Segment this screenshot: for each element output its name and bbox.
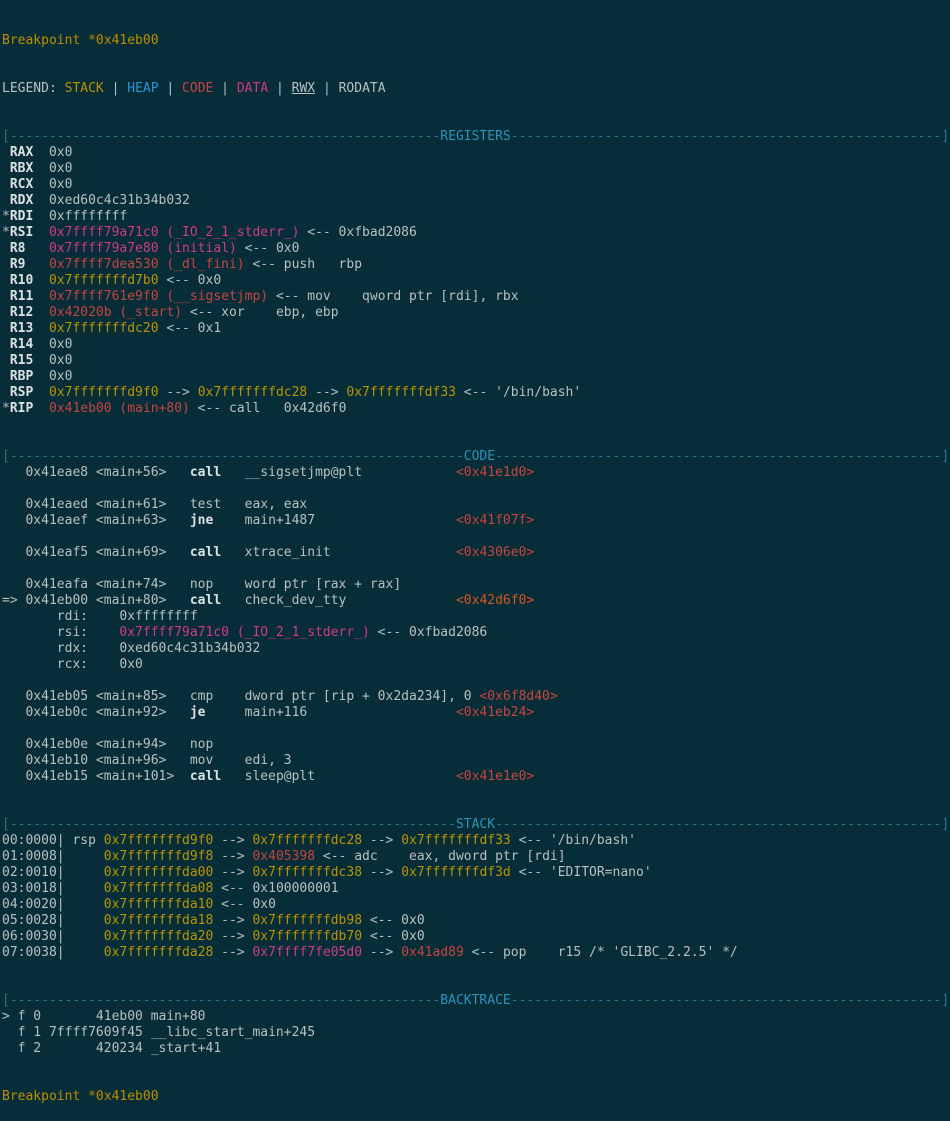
backtrace-section: [---------------------------------------… <box>2 993 950 1057</box>
blank-row <box>2 481 950 497</box>
registers-section: [---------------------------------------… <box>2 129 950 417</box>
section-divider-code: [---------------------------------------… <box>2 449 950 465</box>
code-row-0x41eb0c: 0x41eb0c <main+92> je main+116 <0x41eb24… <box>2 705 950 721</box>
debugger-terminal[interactable]: Breakpoint *0x41eb00 LEGEND: STACK | HEA… <box>0 0 950 878</box>
section-divider-registers: [---------------------------------------… <box>2 129 950 145</box>
register-row-r10: R10 0x7fffffffd7b0 <-- 0x0 <box>2 273 950 289</box>
register-row-rbp: RBP 0x0 <box>2 369 950 385</box>
register-row-rdi: *RDI 0xffffffff <box>2 209 950 225</box>
stack-row-00: 00:0000| rsp 0x7fffffffd9f0 --> 0x7fffff… <box>2 833 950 849</box>
stack-row-03: 03:0018| 0x7fffffffda08 <-- 0x100000001 <box>2 881 950 897</box>
register-row-rax: RAX 0x0 <box>2 145 950 161</box>
code-operand-row-rdi: rdi: 0xffffffff <box>2 609 950 625</box>
register-row-rsp: RSP 0x7fffffffd9f0 --> 0x7fffffffdc28 --… <box>2 385 950 401</box>
stack-row-07: 07:0038| 0x7fffffffda28 --> 0x7ffff7fe05… <box>2 945 950 961</box>
legend-label: LEGEND: <box>2 81 65 96</box>
code-row-0x41eaf5: 0x41eaf5 <main+69> call xtrace_init <0x4… <box>2 545 950 561</box>
breakpoint-status-bottom: Breakpoint *0x41eb00 <box>2 1089 950 1105</box>
breakpoint-status-text: Breakpoint *0x41eb00 <box>2 33 159 48</box>
code-row-current-0x41eb00: => 0x41eb00 <main+80> call check_dev_tty… <box>2 593 950 609</box>
section-divider-stack: [---------------------------------------… <box>2 817 950 833</box>
blank-row <box>2 561 950 577</box>
register-row-r11: R11 0x7ffff761e9f0 (__sigsetjmp) <-- mov… <box>2 289 950 305</box>
code-operand-row-rcx: rcx: 0x0 <box>2 657 950 673</box>
register-row-r9: R9 0x7ffff7dea530 (_dl_fini) <-- push rb… <box>2 257 950 273</box>
section-divider-backtrace: [---------------------------------------… <box>2 993 950 1009</box>
backtrace-frame-0: > f 0 41eb00 main+80 <box>2 1009 950 1025</box>
code-row-0x41eaef: 0x41eaef <main+63> jne main+1487 <0x41f0… <box>2 513 950 529</box>
register-row-rdx: RDX 0xed60c4c31b34b032 <box>2 193 950 209</box>
code-row-0x41eae8: 0x41eae8 <main+56> call __sigsetjmp@plt … <box>2 465 950 481</box>
register-row-rip: *RIP 0x41eb00 (main+80) <-- call 0x42d6f… <box>2 401 950 417</box>
code-row-0x41eb05: 0x41eb05 <main+85> cmp dword ptr [rip + … <box>2 689 950 705</box>
blank-row <box>2 529 950 545</box>
code-row-0x41eb0e: 0x41eb0e <main+94> nop <box>2 737 950 753</box>
stack-row-06: 06:0030| 0x7fffffffda20 --> 0x7fffffffdb… <box>2 929 950 945</box>
code-operand-row-rsi: rsi: 0x7ffff79a71c0 (_IO_2_1_stderr_) <-… <box>2 625 950 641</box>
breakpoint-status-text: Breakpoint *0x41eb00 <box>2 1089 159 1104</box>
stack-row-04: 04:0020| 0x7fffffffda10 <-- 0x0 <box>2 897 950 913</box>
register-row-r14: R14 0x0 <box>2 337 950 353</box>
blank-row <box>2 673 950 689</box>
breakpoint-status-top: Breakpoint *0x41eb00 <box>2 33 950 49</box>
register-row-r13: R13 0x7fffffffdc20 <-- 0x1 <box>2 321 950 337</box>
legend-row: LEGEND: STACK | HEAP | CODE | DATA | RWX… <box>2 81 950 97</box>
stack-section: [---------------------------------------… <box>2 817 950 961</box>
code-operand-row-rdx: rdx: 0xed60c4c31b34b032 <box>2 641 950 657</box>
stack-row-05: 05:0028| 0x7fffffffda18 --> 0x7fffffffdb… <box>2 913 950 929</box>
code-row-0x41eafa: 0x41eafa <main+74> nop word ptr [rax + r… <box>2 577 950 593</box>
stack-row-02: 02:0010| 0x7fffffffda00 --> 0x7fffffffdc… <box>2 865 950 881</box>
register-row-r12: R12 0x42020b (_start) <-- xor ebp, ebp <box>2 305 950 321</box>
register-row-rsi: *RSI 0x7ffff79a71c0 (_IO_2_1_stderr_) <-… <box>2 225 950 241</box>
code-section: [---------------------------------------… <box>2 449 950 785</box>
register-row-r15: R15 0x0 <box>2 353 950 369</box>
code-row-0x41eb10: 0x41eb10 <main+96> mov edi, 3 <box>2 753 950 769</box>
blank-row <box>2 721 950 737</box>
code-row-0x41eb15: 0x41eb15 <main+101> call sleep@plt <0x41… <box>2 769 950 785</box>
backtrace-frame-2: f 2 420234 _start+41 <box>2 1041 950 1057</box>
register-row-rcx: RCX 0x0 <box>2 177 950 193</box>
stack-row-01: 01:0008| 0x7fffffffd9f8 --> 0x405398 <--… <box>2 849 950 865</box>
legend-items: STACK | HEAP | CODE | DATA | RWX | RODAT… <box>65 81 386 96</box>
register-row-r8: R8 0x7ffff79a7e80 (initial) <-- 0x0 <box>2 241 950 257</box>
register-row-rbx: RBX 0x0 <box>2 161 950 177</box>
code-row-0x41eaed: 0x41eaed <main+61> test eax, eax <box>2 497 950 513</box>
backtrace-frame-1: f 1 7ffff7609f45 __libc_start_main+245 <box>2 1025 950 1041</box>
